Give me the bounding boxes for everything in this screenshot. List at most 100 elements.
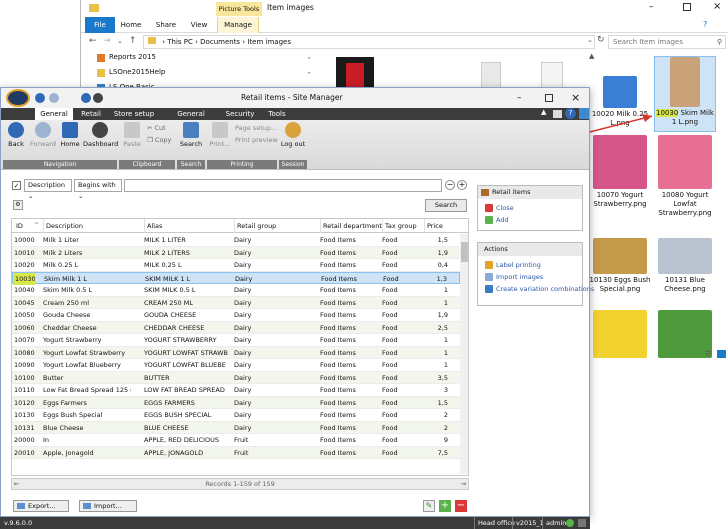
cell-tax-group: Food — [382, 373, 398, 382]
forward-button[interactable]: Forward — [29, 122, 57, 148]
column-header-id[interactable]: ID — [14, 219, 23, 233]
remove-filter-icon[interactable]: − — [445, 180, 455, 190]
column-header-price[interactable]: Price — [424, 219, 443, 233]
cell-tax-group: Food — [382, 386, 398, 394]
maximize-icon[interactable] — [545, 94, 553, 102]
table-row[interactable]: 10045 Cream 250 ml CREAM 250 ML Dairy Food I… — [12, 296, 460, 309]
cell-description: Butter — [43, 373, 64, 382]
tab-general-setup[interactable]: General setup — [167, 108, 215, 130]
options-icon[interactable]: ⚙ — [13, 200, 23, 210]
cell-alias: CREAM 250 ML — [144, 298, 193, 307]
back-button[interactable]: Back — [5, 122, 27, 148]
filter-value-input[interactable] — [124, 179, 442, 192]
help-icon[interactable]: ? — [565, 108, 576, 119]
cut-button[interactable]: ✂ Cut — [147, 124, 166, 132]
scrollbar-thumb[interactable] — [461, 242, 468, 262]
add-item-icon[interactable]: + — [439, 500, 451, 512]
home-button[interactable]: Home — [59, 122, 81, 148]
table-row[interactable]: 10060 Cheddar Cheese CHEDDAR CHEESE Dairy Fo… — [12, 321, 460, 334]
import-images-link[interactable]: Import images — [485, 272, 543, 282]
create-variation-combinations-link[interactable]: Create variation combinations — [485, 284, 594, 294]
table-row[interactable]: 10040 Skim Milk 0.5 L SKIM MILK 0.5 L Dairy… — [12, 284, 460, 297]
table-row[interactable]: 10000 Milk 1 Liter MILK 1 LITER Dairy Food I… — [12, 234, 460, 247]
back-circle-icon[interactable] — [35, 93, 45, 103]
cell-tax-group: Food — [382, 323, 398, 332]
table-row[interactable]: 10030 Skim Milk 1 L SKIM MILK 1 L Dairy Food… — [12, 271, 460, 285]
cell-alias: MILK 0.25 L — [144, 261, 182, 269]
print-preview-button[interactable]: Print preview — [235, 136, 278, 144]
tab-tools[interactable]: Tools — [265, 108, 289, 120]
cell-tax-group: Food — [382, 311, 398, 319]
print-button[interactable]: Print... — [209, 122, 231, 148]
vertical-scrollbar[interactable] — [460, 234, 468, 474]
tab-security[interactable]: Security — [225, 108, 255, 120]
table-row[interactable]: 10120 Eggs Farmers EGGS FARMERS Dairy Food I… — [12, 396, 460, 409]
dashboard-button[interactable]: Dashboard — [83, 122, 118, 148]
collapse-ribbon-icon[interactable]: ▲ — [541, 108, 546, 116]
logout-button[interactable]: Log out — [280, 122, 306, 148]
search-button[interactable]: Search — [179, 122, 203, 148]
add-filter-icon[interactable]: + — [457, 180, 467, 190]
close-icon[interactable]: × — [571, 88, 580, 108]
import-button[interactable]: Import... — [79, 500, 137, 512]
cell-retail-group: Dairy — [234, 348, 252, 357]
forward-circle-icon[interactable] — [49, 93, 59, 103]
dashboard-circle-icon[interactable] — [93, 93, 103, 103]
connected-icon — [566, 519, 574, 527]
home-circle-icon[interactable] — [81, 93, 91, 103]
retail-ribbon: Back Forward Home Dashboard Navigation P… — [1, 120, 589, 170]
last-page-icon[interactable]: ⇥ — [461, 479, 466, 489]
column-header-retail-department[interactable]: Retail department — [320, 219, 382, 233]
first-page-icon[interactable]: ⇤ — [14, 479, 19, 489]
page-setup-button[interactable]: Page setup... — [235, 124, 277, 132]
table-row[interactable]: 10110 Low Fat Bread Spread 125 g LOW FAT B… — [12, 384, 460, 397]
cell-description: Skim Milk 0.5 L — [43, 286, 93, 294]
column-header-retail-group[interactable]: Retail group — [234, 219, 276, 233]
table-row[interactable]: 10050 Gouda Cheese GOUDA CHEESE Dairy Food I… — [12, 309, 460, 322]
copy-button[interactable]: ❐ Copy — [147, 136, 171, 144]
tab-retail[interactable]: Retail — [77, 108, 105, 120]
cell-alias: EGGS FARMERS — [144, 398, 195, 407]
table-row[interactable]: 10100 Butter BUTTER Dairy Food Items Food 3,5 — [12, 371, 460, 384]
column-header-alias[interactable]: Alias — [144, 219, 162, 233]
paste-icon — [124, 122, 140, 138]
table-row[interactable]: 10020 Milk 0.25 L MILK 0.25 L Dairy Food Ite… — [12, 259, 460, 272]
paste-button[interactable]: Paste — [121, 122, 143, 148]
add-link[interactable]: Add — [485, 215, 509, 225]
table-row[interactable]: 10090 Yogurt Lowfat Blueberry YOGURT LOWFA… — [12, 359, 460, 372]
retail-titlebar: Retail items - Site Manager – × — [1, 88, 589, 108]
field-dropdown[interactable]: Description ⌄ — [24, 179, 72, 200]
window-icon[interactable] — [553, 110, 562, 118]
table-row[interactable]: 10130 Eggs Bush Special EGGS BUSH SPECIAL D… — [12, 409, 460, 422]
search-filter-button[interactable]: Search — [425, 199, 467, 212]
cell-price: 1,9 — [437, 311, 448, 319]
printer-icon — [212, 122, 228, 138]
delete-item-icon[interactable]: − — [455, 500, 467, 512]
table-row[interactable]: 20000 In APPLE, RED DELICIOUS Fruit Food Ite… — [12, 434, 460, 447]
table-row[interactable]: 20010 Apple, Jonagold APPLE, JONAGOLD Fruit… — [12, 446, 460, 459]
table-row[interactable]: 10080 Yogurt Lowfat Strawberry YOGURT LOWF… — [12, 346, 460, 359]
column-header-tax-group[interactable]: Tax group — [382, 219, 417, 233]
cell-tax-group: Food — [382, 336, 398, 344]
grid-header: ID ^ Description Alias Retail group Reta… — [12, 219, 468, 233]
export-button[interactable]: Export... — [13, 500, 69, 512]
cell-description: Apple, Jonagold — [43, 448, 94, 457]
close-link[interactable]: Close — [485, 203, 514, 213]
settings-icon[interactable] — [578, 519, 586, 527]
cell-retail-group: Dairy — [234, 248, 252, 257]
filter-checkbox[interactable]: ✓ — [12, 181, 21, 190]
table-row[interactable]: 10070 Yogurt Strawberry YOGURT STRAWBERRY D… — [12, 334, 460, 347]
label-printing-link[interactable]: Label printing — [485, 260, 541, 270]
cell-price: 0,4 — [437, 261, 448, 269]
tab-general[interactable]: General — [35, 108, 73, 120]
minimize-icon[interactable]: – — [517, 88, 522, 108]
table-row[interactable]: 10010 Milk 2 Liters MILK 2 LITERS Dairy Food… — [12, 246, 460, 259]
cell-tax-group: Food — [382, 248, 398, 257]
column-header-description[interactable]: Description — [43, 219, 83, 233]
operator-dropdown[interactable]: Begins with ⌄ — [74, 179, 122, 200]
tab-store-setup[interactable]: Store setup — [113, 108, 155, 120]
cell-alias: EGGS BUSH SPECIAL — [144, 411, 212, 419]
retail-items-panel: Retail items Close Add — [477, 185, 583, 231]
table-row[interactable]: 10131 Blue Cheese BLUE CHEESE Dairy Food Ite… — [12, 421, 460, 434]
edit-item-icon[interactable]: ✎ — [423, 500, 435, 512]
